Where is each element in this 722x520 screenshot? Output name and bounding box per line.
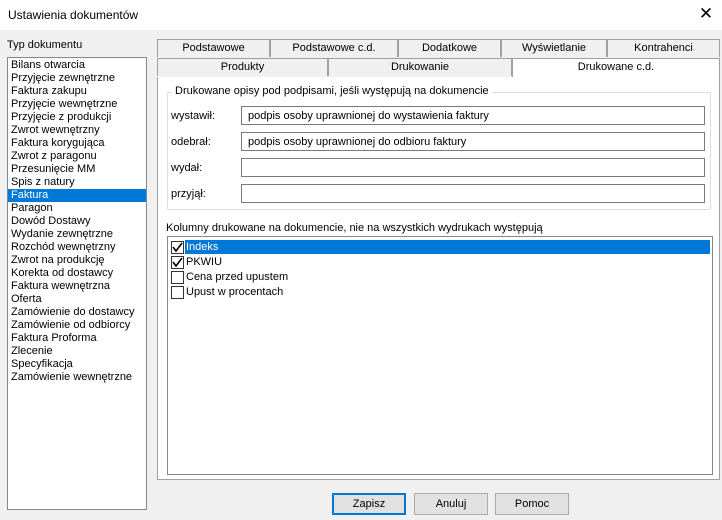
list-item-selected[interactable]: Faktura — [8, 189, 146, 202]
column-item-label: Upust w procentach — [186, 286, 284, 298]
tab-drukowanie[interactable]: Drukowanie — [328, 58, 512, 76]
list-item[interactable]: Zwrot na produkcję — [8, 254, 146, 267]
field-label-przyjal: przyjął: — [171, 188, 206, 200]
list-item[interactable]: Faktura Proforma — [8, 332, 146, 345]
checkbox-indeks[interactable] — [171, 241, 184, 254]
list-item[interactable]: Bilans otwarcia — [8, 59, 146, 72]
odebral-field[interactable] — [241, 132, 705, 151]
close-icon[interactable]: ✕ — [696, 4, 716, 24]
column-item-pkwiu[interactable]: PKWIU — [170, 255, 710, 269]
list-item[interactable]: Rozchód wewnętrzny — [8, 241, 146, 254]
list-item[interactable]: Oferta — [8, 293, 146, 306]
tab-dodatkowe[interactable]: Dodatkowe — [398, 39, 501, 57]
list-item[interactable]: Zlecenie — [8, 345, 146, 358]
window-title: Ustawienia dokumentów — [8, 8, 139, 22]
column-item-upust-w-procentach[interactable]: Upust w procentach — [170, 285, 710, 299]
columns-label: Kolumny drukowane na dokumencie, nie na … — [166, 222, 543, 234]
list-item[interactable]: Zamówienie wewnętrzne — [8, 371, 146, 384]
list-item[interactable]: Zwrot z paragonu — [8, 150, 146, 163]
list-item[interactable]: Przyjęcie wewnętrzne — [8, 98, 146, 111]
list-item[interactable]: Przyjęcie zewnętrzne — [8, 72, 146, 85]
list-item[interactable]: Przyjęcie z produkcji — [8, 111, 146, 124]
list-item[interactable]: Faktura korygująca — [8, 137, 146, 150]
list-item[interactable]: Spis z natury — [8, 176, 146, 189]
column-item-label: Cena przed upustem — [186, 271, 289, 283]
wystawil-field[interactable] — [241, 106, 705, 125]
tab-podstawowe[interactable]: Podstawowe — [157, 39, 270, 57]
przyjal-field[interactable] — [241, 184, 705, 203]
check-icon — [172, 257, 183, 268]
title-bar: Ustawienia dokumentów ✕ — [0, 0, 722, 30]
column-item-cena-przed-upustem[interactable]: Cena przed upustem — [170, 270, 710, 284]
save-button[interactable]: Zapisz — [332, 493, 406, 515]
columns-list[interactable]: Indeks PKWIU Cena przed upustem Upust w … — [167, 236, 713, 475]
list-item[interactable]: Dowód Dostawy — [8, 215, 146, 228]
list-item[interactable]: Paragon — [8, 202, 146, 215]
column-item-label: PKWIU — [186, 256, 223, 268]
check-icon — [172, 242, 183, 253]
tab-produkty[interactable]: Produkty — [157, 58, 328, 76]
tab-podstawowe-cd[interactable]: Podstawowe c.d. — [270, 39, 398, 57]
checkbox-pkwiu[interactable] — [171, 256, 184, 269]
signatures-group-title: Drukowane opisy pod podpisami, jeśli wys… — [172, 85, 492, 97]
list-item[interactable]: Faktura zakupu — [8, 85, 146, 98]
help-button[interactable]: Pomoc — [495, 493, 569, 515]
tab-wyswietlanie[interactable]: Wyświetlanie — [501, 39, 607, 57]
wydal-field[interactable] — [241, 158, 705, 177]
tab-drukowane-cd[interactable]: Drukowane c.d. — [512, 58, 720, 77]
list-item[interactable]: Zamówienie do dostawcy — [8, 306, 146, 319]
list-item[interactable]: Specyfikacja — [8, 358, 146, 371]
list-item[interactable]: Korekta od dostawcy — [8, 267, 146, 280]
doc-type-label: Typ dokumentu — [7, 39, 83, 51]
checkbox-upust-w-procentach[interactable] — [171, 286, 184, 299]
doc-type-list[interactable]: Bilans otwarcia Przyjęcie zewnętrzne Fak… — [7, 57, 147, 510]
list-item[interactable]: Faktura wewnętrzna — [8, 280, 146, 293]
field-label-odebral: odebrał: — [171, 136, 211, 148]
checkbox-cena-przed-upustem[interactable] — [171, 271, 184, 284]
cancel-button[interactable]: Anuluj — [414, 493, 488, 515]
field-label-wydal: wydał: — [171, 162, 203, 174]
list-item[interactable]: Przesunięcie MM — [8, 163, 146, 176]
list-item[interactable]: Zwrot wewnętrzny — [8, 124, 146, 137]
column-item-indeks[interactable]: Indeks — [170, 240, 710, 254]
field-label-wystawil: wystawił: — [171, 110, 216, 122]
tab-kontrahenci[interactable]: Kontrahenci — [607, 39, 720, 57]
column-item-label: Indeks — [185, 240, 710, 254]
list-item[interactable]: Wydanie zewnętrzne — [8, 228, 146, 241]
list-item[interactable]: Zamówienie od odbiorcy — [8, 319, 146, 332]
